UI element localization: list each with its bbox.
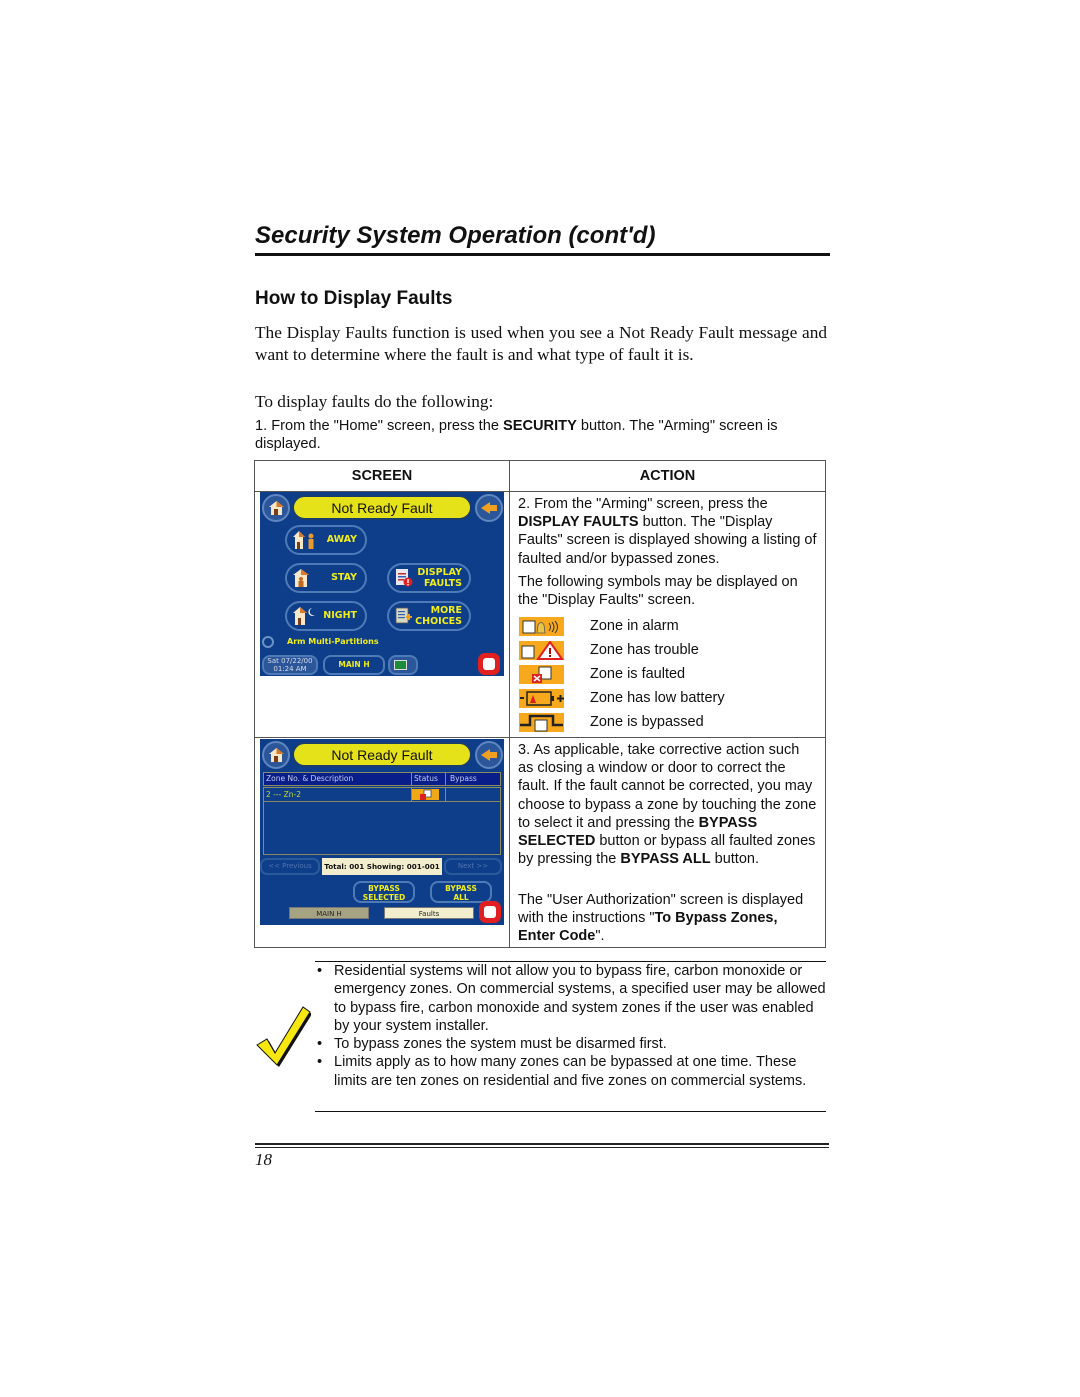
notepad-icon [395,607,412,624]
notes-list: • Residential systems will not allow you … [313,962,828,1090]
step-1: 1. From the "Home" screen, press the SEC… [255,418,778,452]
zone-faulted-icon [519,665,564,684]
steps-table: SCREEN ACTION Not Ready Fault AWAY STAY … [254,460,826,948]
more-choices-button: MORE CHOICES [387,601,471,631]
house-moon-icon [293,607,315,625]
zone-alarm-icon [519,617,564,636]
table-header-row: SCREEN ACTION [255,461,825,492]
column-header-action: ACTION [639,468,696,484]
zone-trouble-icon [519,641,564,660]
bullet-icon: • [317,1054,323,1071]
display-faults-screen-image: Not Ready Fault Zone No. & Description S… [260,739,504,925]
home-button [262,741,290,769]
legend-item: Zone is bypassed [519,713,819,735]
column-status: Status [414,774,438,783]
bypass-all-button: BYPASS ALL [430,881,492,903]
row-divider [255,737,825,738]
column-divider [509,461,510,947]
away-button: AWAY [285,525,367,555]
house-icon [269,501,284,515]
zone-row: 2 --- Zn-2 [264,788,500,802]
section-heading: How to Display Faults [255,288,453,309]
symbols-intro: The following symbols may be displayed o… [518,574,798,609]
intro-lead-in: To display faults do the following: [255,392,494,411]
note-bottom-rule [315,1111,826,1112]
voice-button [388,655,418,675]
house-stay-icon [293,569,309,587]
column-zone: Zone No. & Description [266,774,354,783]
note-item: • To bypass zones the system must be disa… [317,1036,667,1053]
main-partition-button: MAIN H [323,655,385,675]
bullet-icon: • [317,963,323,979]
display-faults-button: DISPLAY FAULTS [387,563,471,593]
intro-paragraph: The Display Faults function is used when… [255,323,827,364]
step-3: 3. As applicable, take corrective action… [518,742,817,868]
legend-item: Zone has trouble [519,641,819,663]
home-button [262,494,290,522]
night-button: NIGHT [285,601,367,631]
panic-shield-icon [478,653,500,675]
document-alert-icon [396,569,413,587]
footer-rule [255,1143,829,1145]
radio-icon [262,636,274,648]
legend-item: Zone in alarm [519,617,819,639]
checkmark-icon [256,1006,311,1067]
zone-list: 2 --- Zn-2 [263,787,501,855]
zone-faulted-icon [412,789,439,800]
main-tab: MAIN H [289,907,369,919]
next-button: Next >> [444,858,502,875]
back-button [475,741,503,769]
zone-low-battery-icon [519,689,564,708]
status-banner: Not Ready Fault [292,742,472,767]
step-2: 2. From the "Arming" screen, press the D… [518,496,817,567]
bypass-selected-button: BYPASS SELECTED [353,881,415,903]
footer-rule [255,1147,829,1148]
user-authorization-note: The "User Authorization" screen is displ… [518,892,804,945]
arming-screen-image: Not Ready Fault AWAY STAY NIGHT DISPLAY F… [260,492,504,676]
back-button [475,494,503,522]
total-showing-display: Total: 001 Showing: 001-001 [322,858,442,875]
date-time-display: Sat 07/22/00 01:24 AM [262,655,318,675]
zone-bypassed-icon [519,713,564,732]
legend-item: Zone has low battery [519,689,819,711]
column-bypass: Bypass [450,774,477,783]
house-person-icon [293,531,314,549]
speaker-icon [394,660,407,670]
panic-shield-icon [479,901,501,923]
legend-item: Zone is faulted [519,665,819,687]
page-title: Security System Operation (cont'd) [255,222,656,249]
stay-button: STAY [285,563,367,593]
house-icon [269,748,284,762]
page-number: 18 [255,1150,272,1169]
zone-list-header: Zone No. & Description Status Bypass [263,772,501,786]
zone-description: 2 --- Zn-2 [266,790,302,799]
status-banner: Not Ready Fault [292,495,472,520]
note-item: • Limits apply as to how many zones can b… [317,1054,807,1089]
note-item: • Residential systems will not allow you … [317,963,826,1034]
bullet-icon: • [317,1036,323,1053]
column-header-screen: SCREEN [351,468,413,484]
faults-tab: Faults [384,907,474,919]
previous-button: << Previous [260,858,320,875]
title-divider [255,253,830,256]
